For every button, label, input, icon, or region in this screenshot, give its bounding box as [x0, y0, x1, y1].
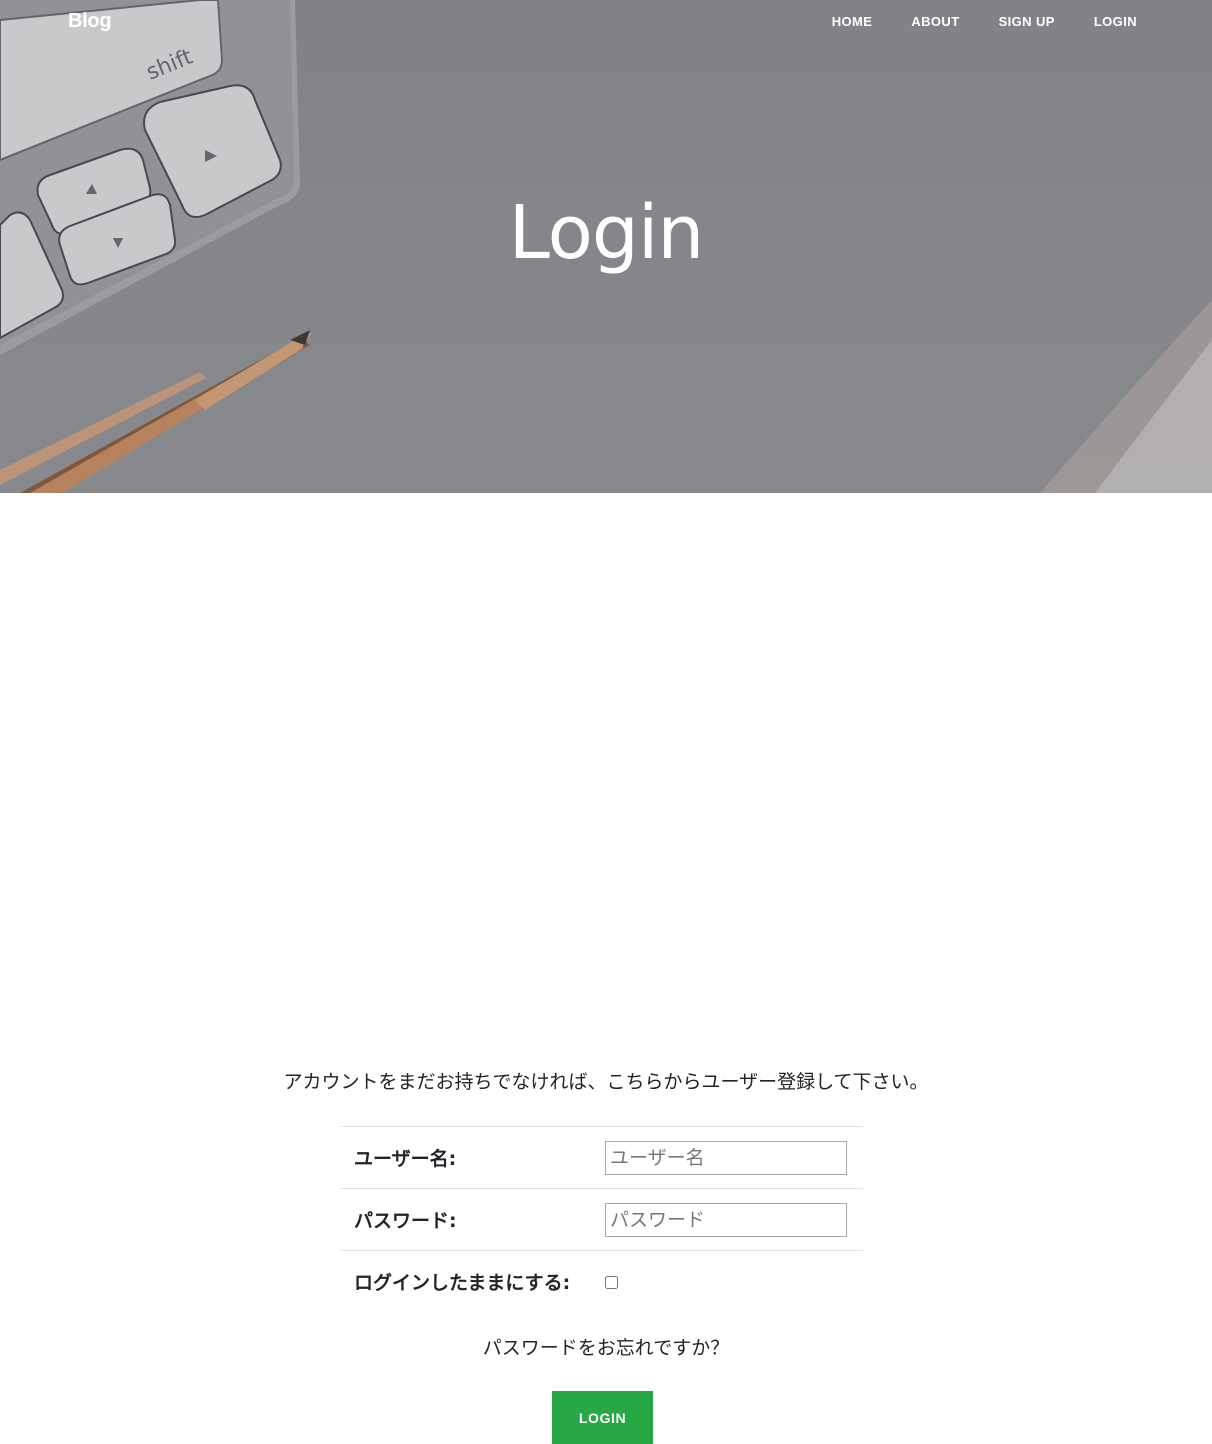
- password-input[interactable]: [605, 1202, 847, 1237]
- password-label: パスワード:: [354, 1210, 457, 1232]
- remember-row: ログインしたままにする:: [341, 1250, 863, 1313]
- nav-links: HOME ABOUT SIGN UP LOGIN: [793, 14, 1137, 29]
- page-title: Login: [508, 190, 705, 276]
- nav-link-login[interactable]: LOGIN: [1094, 14, 1137, 29]
- top-navbar: Blog HOME ABOUT SIGN UP LOGIN: [0, 0, 1212, 44]
- nav-link-sign-up[interactable]: SIGN UP: [999, 14, 1055, 29]
- brand-logo-link[interactable]: Blog: [68, 10, 112, 33]
- username-row: ユーザー名:: [341, 1126, 863, 1189]
- nav-link-about[interactable]: ABOUT: [911, 14, 959, 29]
- login-form: ユーザー名: パスワード: ログインしたままにする:: [341, 1126, 863, 1313]
- nav-link-home[interactable]: HOME: [832, 14, 873, 29]
- hero-header: shift Blog HOME ABOUT SIGN UP LOGIN Logi…: [0, 0, 1212, 493]
- forgot-password-link[interactable]: パスワードをお忘れですか？: [0, 1333, 1212, 1360]
- username-label: ユーザー名:: [354, 1148, 457, 1170]
- remember-me-checkbox[interactable]: [605, 1276, 618, 1290]
- remember-label: ログインしたままにする:: [354, 1272, 571, 1295]
- signup-note-link[interactable]: アカウントをまだお持ちでなければ、こちらからユーザー登録して下さい。: [0, 1067, 1212, 1094]
- login-button[interactable]: LOGIN: [552, 1391, 653, 1444]
- username-input[interactable]: [605, 1140, 847, 1175]
- password-row: パスワード:: [341, 1188, 863, 1251]
